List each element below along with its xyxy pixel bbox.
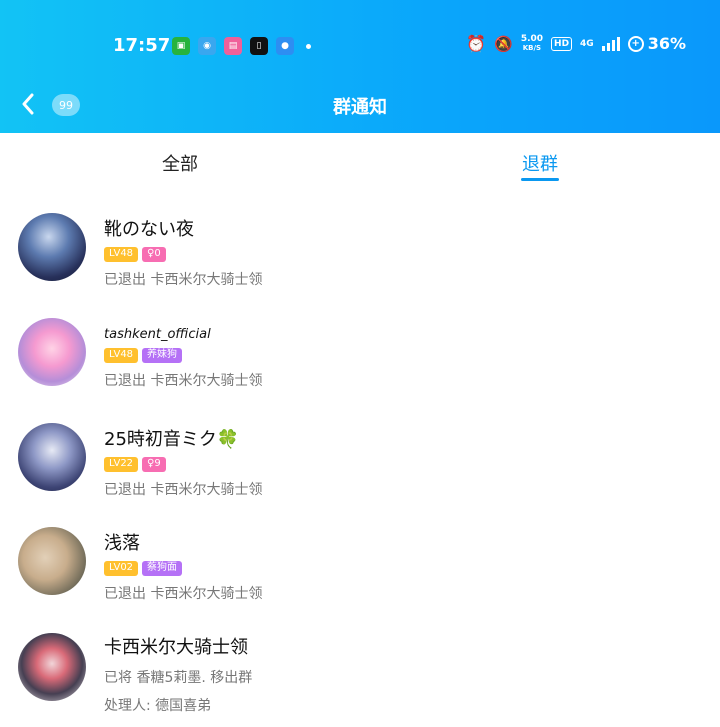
avatar[interactable]	[18, 423, 86, 491]
notification-text: 已退出 卡西米尔大骑士领	[104, 482, 263, 498]
member-name: 靴のない夜	[104, 219, 194, 240]
notification-text: 已将 香糖5莉墨. 移出群	[104, 670, 253, 686]
avatar[interactable]	[18, 213, 86, 281]
notification-text: 已退出 卡西米尔大骑士领	[104, 272, 263, 288]
alarm-icon: ⏰	[466, 34, 487, 53]
handler-text: 处理人: 德国喜弟	[104, 698, 212, 714]
list-item[interactable]: tashkent_official LV48 养妹狗 已退出 卡西米尔大骑士领	[0, 299, 720, 403]
list-item[interactable]: 卡西米尔大骑士领 已将 香糖5莉墨. 移出群 处理人: 德国喜弟	[0, 611, 720, 715]
page-title: 群通知	[333, 97, 387, 118]
title-badge: 养妹狗	[142, 348, 183, 363]
list-item[interactable]: 25時初音ミク🍀 LV22 ♀9 已退出 卡西米尔大骑士领	[0, 403, 720, 507]
qq-icon: ◉	[198, 37, 216, 55]
header: 17:57 ▣ ◉ ▤ ▯ ● ⏰ 🔕 5.00 KB/S HD 4G + 36…	[0, 0, 720, 133]
avatar[interactable]	[18, 318, 86, 386]
more-dot-icon	[306, 43, 311, 49]
avatar[interactable]	[18, 527, 86, 595]
level-badge: LV02	[104, 561, 139, 576]
net-speed: 5.00 KB/S	[520, 33, 544, 52]
level-badge: LV22	[104, 457, 139, 472]
wechat-icon: ▣	[172, 37, 190, 55]
status-time: 17:57	[113, 35, 171, 56]
tab-bar: 全部 退群	[0, 133, 720, 191]
notification-text: 已退出 卡西米尔大骑士领	[104, 373, 263, 389]
bilibili-icon: ▤	[224, 37, 242, 55]
gender-badge: ♀0	[142, 247, 166, 262]
mute-icon: 🔕	[494, 34, 513, 53]
status-bar: 17:57 ▣ ◉ ▤ ▯ ● ⏰ 🔕 5.00 KB/S HD 4G + 36…	[0, 30, 720, 62]
gender-badge: ♀9	[142, 457, 166, 472]
notification-icons: ▣ ◉ ▤ ▯ ●	[172, 37, 311, 55]
member-name: tashkent_official	[104, 327, 211, 342]
camera-icon: ●	[276, 37, 294, 55]
list-item[interactable]: 浅落 LV02 蔡狗面 已退出 卡西米尔大骑士领	[0, 507, 720, 611]
member-name: 浅落	[104, 533, 140, 554]
battery-saver-icon: +	[627, 35, 644, 52]
hd-badge: HD	[551, 36, 573, 51]
tab-all[interactable]: 全部	[0, 133, 360, 191]
nav-bar: 99 群通知	[0, 84, 720, 128]
tab-left-group[interactable]: 退群	[360, 133, 720, 191]
notes-icon: ▯	[250, 37, 268, 55]
member-name: 25時初音ミク🍀	[104, 429, 240, 450]
avatar[interactable]	[18, 633, 86, 701]
signal-icon	[601, 36, 620, 51]
battery: + 36%	[627, 34, 686, 53]
network-type: 4G	[580, 38, 594, 49]
group-name: 卡西米尔大骑士领	[104, 637, 248, 658]
level-badge: LV48	[104, 247, 139, 262]
title-badge: 蔡狗面	[142, 561, 183, 576]
level-badge: LV48	[104, 348, 139, 363]
list-item[interactable]: 靴のない夜 LV48 ♀0 已退出 卡西米尔大骑士领	[0, 195, 720, 299]
status-right: ⏰ 🔕 5.00 KB/S HD 4G + 36%	[466, 34, 686, 53]
notification-text: 已退出 卡西米尔大骑士领	[104, 586, 263, 602]
